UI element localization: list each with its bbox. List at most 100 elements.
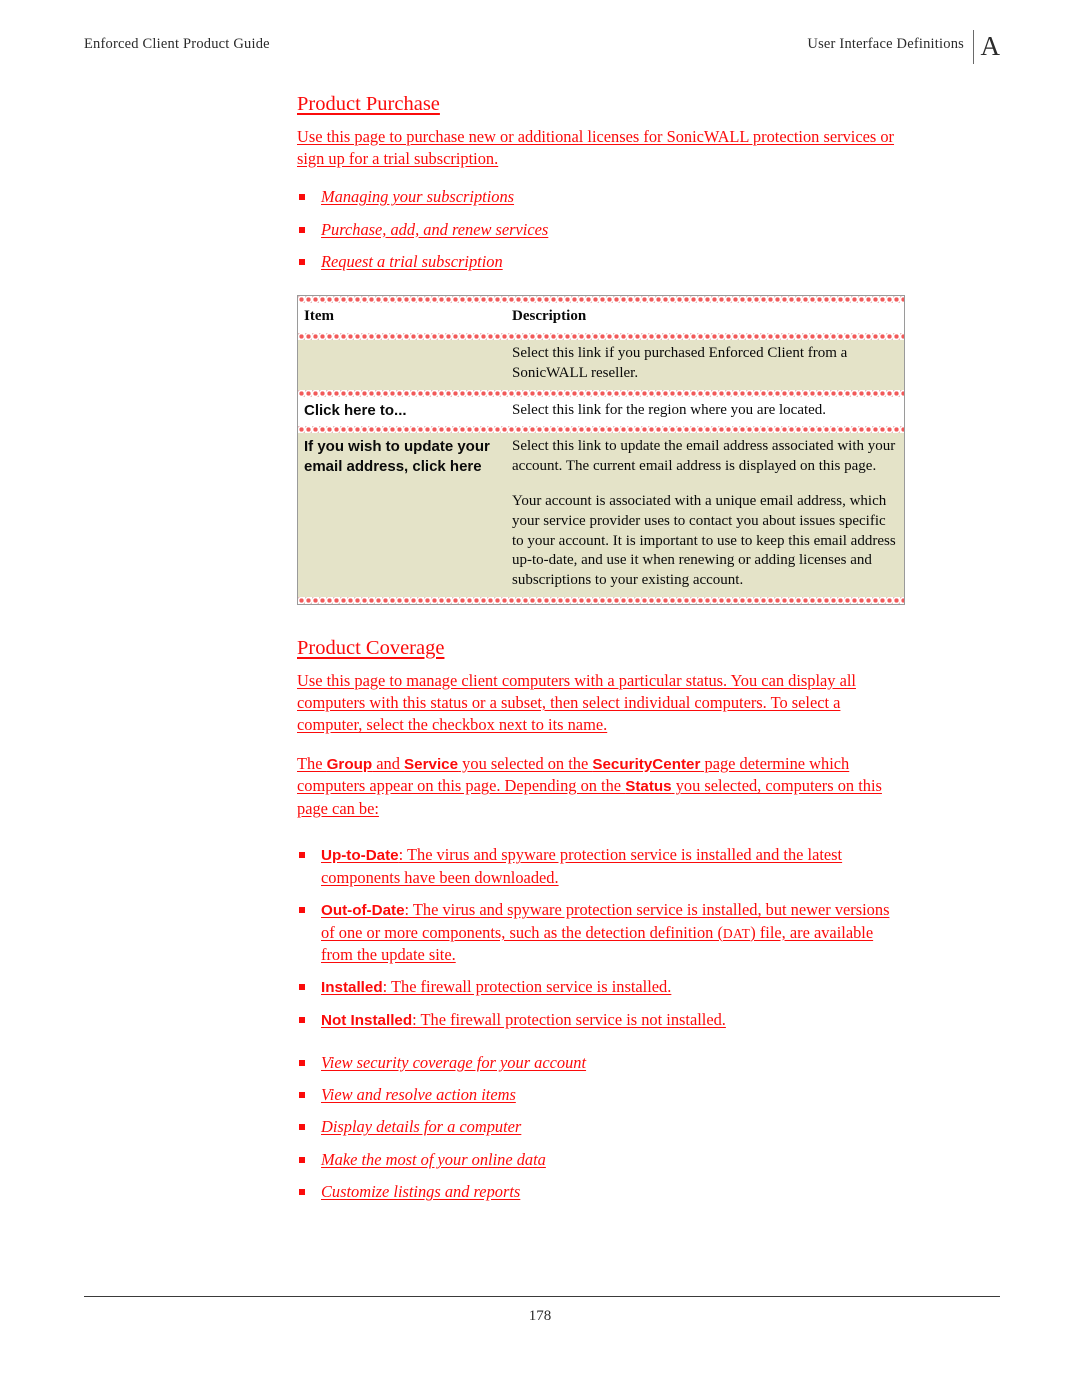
cross-reference-link[interactable]: Customize listings and reports (321, 1182, 520, 1201)
square-bullet-icon (299, 1017, 305, 1024)
section-heading-product-purchase: Product Purchase (297, 93, 440, 115)
status-description: : The firewall protection service is ins… (382, 977, 672, 997)
table-header-row: Item Description (298, 303, 904, 333)
cross-reference-link[interactable]: Request a trial subscription (321, 252, 503, 271)
square-bullet-icon (299, 1189, 305, 1196)
product-coverage-second-paragraph: The Group and Service you selected on th… (297, 753, 907, 821)
list-item[interactable]: Purchase, add, and renew services (297, 219, 907, 241)
cross-reference-link[interactable]: View security coverage for your account (321, 1053, 586, 1072)
status-definition-list: Up-to-Date: The virus and spyware protec… (297, 844, 907, 1032)
keyword-service: Service (404, 755, 459, 773)
list-item: Out-of-Date: The virus and spyware prote… (297, 899, 907, 966)
cross-reference-link[interactable]: Managing your subscriptions (321, 187, 514, 206)
list-item: Not Installed: The firewall protection s… (297, 1009, 907, 1032)
status-description: : The virus and spyware protection servi… (321, 845, 843, 887)
status-definition: Out-of-Date: The virus and spyware prote… (321, 900, 889, 964)
table-cell-description: Select this link for the region where yo… (506, 396, 904, 427)
square-bullet-icon (299, 1092, 305, 1099)
square-bullet-icon (299, 1156, 305, 1163)
table-cell-item: If you wish to update your email address… (298, 433, 506, 597)
hatch-border (298, 389, 904, 397)
square-bullet-icon (299, 258, 305, 265)
list-item[interactable]: Make the most of your online data (297, 1149, 907, 1171)
square-bullet-icon (299, 194, 305, 201)
text-fragment: The (297, 753, 327, 773)
list-item[interactable]: View and resolve action items (297, 1084, 907, 1106)
square-bullet-icon (299, 226, 305, 233)
status-term-installed: Installed (321, 979, 383, 997)
table-cell-item (298, 339, 506, 390)
square-bullet-icon (299, 1124, 305, 1131)
table-cell-description: Select this link to update the email add… (506, 433, 904, 597)
cross-reference-link[interactable]: View and resolve action items (321, 1085, 516, 1104)
header-document-title: Enforced Client Product Guide (84, 36, 270, 52)
square-bullet-icon (299, 907, 305, 914)
status-description: : The firewall protection service is not… (412, 1010, 726, 1030)
keyword-group: Group (326, 755, 373, 773)
table-border-row (298, 426, 904, 434)
square-bullet-icon (299, 852, 305, 859)
product-coverage-intro-paragraph: Use this page to manage client computers… (297, 670, 856, 735)
text-fragment: you selected on the (458, 753, 593, 773)
table-border-row-top (298, 296, 904, 304)
page-number: 178 (528, 1308, 552, 1324)
product-coverage-link-list: View security coverage for your account … (297, 1052, 907, 1204)
table-border-row (298, 332, 904, 340)
hatch-border (298, 332, 904, 340)
text-fragment: and (372, 753, 405, 773)
list-item: Up-to-Date: The virus and spyware protec… (297, 844, 907, 889)
list-item[interactable]: Customize listings and reports (297, 1181, 907, 1203)
table-outer-frame: Item Description Select this link if you… (297, 295, 905, 605)
section-heading-product-coverage: Product Coverage (297, 636, 445, 659)
cross-reference-link[interactable]: Purchase, add, and renew services (321, 220, 548, 239)
status-term-out-of-date: Out-of-Date (321, 902, 405, 920)
hatch-border (298, 596, 904, 604)
ui-definitions-table: Item Description Select this link if you… (298, 296, 904, 604)
footer-divider-rule (84, 1296, 1000, 1297)
description-paragraph: Select this link for the region where yo… (512, 401, 827, 418)
list-item: Installed: The firewall protection servi… (297, 976, 907, 999)
status-term-up-to-date: Up-to-Date (321, 847, 399, 865)
list-item[interactable]: Managing your subscriptions (297, 186, 907, 208)
table-border-row (298, 389, 904, 397)
ui-definitions-table-wrapper: Item Description Select this link if you… (297, 295, 905, 610)
status-definition: Installed: The firewall protection servi… (321, 977, 671, 996)
page-running-header: Enforced Client Product Guide User Inter… (84, 30, 1000, 66)
description-paragraph: Your account is associated with a unique… (512, 492, 896, 589)
column-header-item: Item (298, 303, 506, 333)
header-divider-rule (973, 30, 974, 64)
table-row: If you wish to update your email address… (298, 433, 904, 597)
list-item[interactable]: Request a trial subscription (297, 251, 907, 273)
product-purchase-link-list: Managing your subscriptions Purchase, ad… (297, 186, 907, 273)
table-cell-description: Select this link if you purchased Enforc… (506, 339, 904, 390)
table-row: Select this link if you purchased Enforc… (298, 339, 904, 390)
list-item[interactable]: View security coverage for your account (297, 1052, 907, 1074)
product-purchase-intro-paragraph: Use this page to purchase new or additio… (297, 126, 895, 168)
description-paragraph: Select this link to update the email add… (512, 438, 896, 475)
keyword-status: Status (625, 778, 672, 796)
header-appendix-letter: A (980, 31, 1001, 61)
status-definition: Up-to-Date: The virus and spyware protec… (321, 845, 842, 887)
column-header-description: Description (506, 303, 904, 333)
description-paragraph: Select this link if you purchased Enforc… (512, 344, 848, 381)
keyword-securitycenter: SecurityCenter (592, 755, 701, 773)
list-item[interactable]: Display details for a computer (297, 1116, 907, 1138)
document-body: Product Purchase Use this page to purcha… (297, 92, 907, 1213)
status-definition: Not Installed: The firewall protection s… (321, 1010, 726, 1029)
header-chapter-title: User Interface Definitions (807, 36, 964, 52)
square-bullet-icon (299, 1059, 305, 1066)
dat-abbreviation: DAT (722, 925, 751, 941)
cross-reference-link[interactable]: Make the most of your online data (321, 1150, 546, 1169)
table-border-row-bottom (298, 596, 904, 604)
table-row: Click here to... Select this link for th… (298, 396, 904, 427)
cross-reference-link[interactable]: Display details for a computer (321, 1117, 521, 1136)
hatch-border (298, 426, 904, 434)
status-term-not-installed: Not Installed (321, 1012, 413, 1030)
table-cell-item: Click here to... (298, 396, 506, 427)
square-bullet-icon (299, 984, 305, 991)
